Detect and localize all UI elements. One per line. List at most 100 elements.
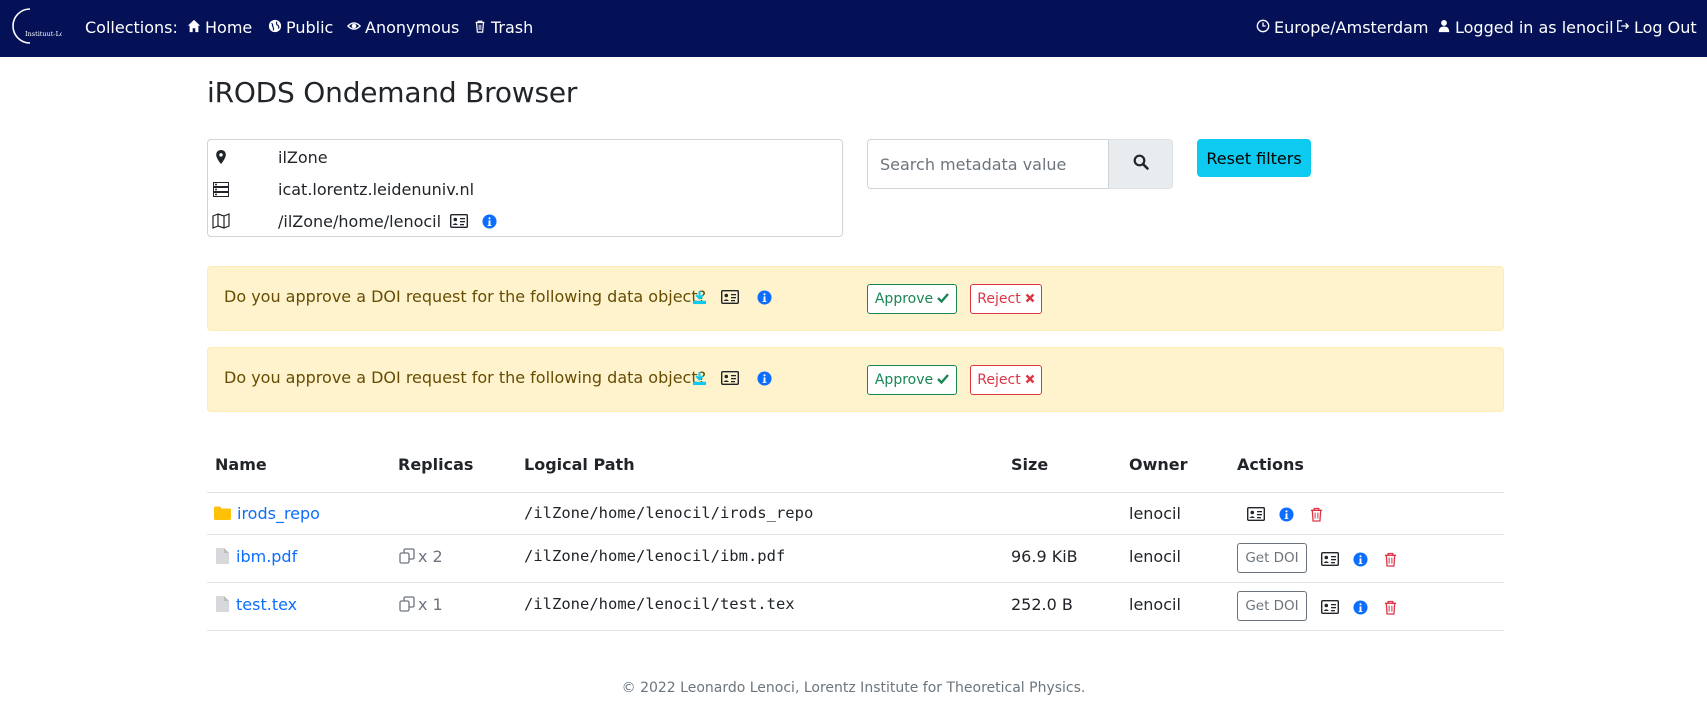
doi-request-alert: Do you approve a DOI request for the fol…	[207, 266, 1504, 331]
times-icon	[1025, 372, 1035, 388]
alert-message: Do you approve a DOI request for the fol…	[224, 287, 707, 306]
path-row: /ilZone/home/lenocil	[208, 209, 842, 233]
file-name-link[interactable]: test.tex	[236, 595, 297, 614]
nav-anonymous-link[interactable]: Anonymous	[346, 18, 460, 38]
timezone-label: Europe/Amsterdam	[1274, 18, 1429, 37]
column-header-replicas: Replicas	[398, 455, 474, 474]
table-divider	[207, 534, 1504, 535]
column-header-logical-path: Logical Path	[524, 455, 635, 474]
logo-text: Instituut-Lorentz	[25, 30, 62, 38]
timezone-indicator: Europe/Amsterdam	[1256, 18, 1428, 38]
zone-value: ilZone	[278, 147, 328, 167]
trash-icon	[473, 18, 487, 38]
info-icon[interactable]	[482, 213, 497, 229]
institute-logo[interactable]: Instituut-Lorentz	[8, 6, 82, 46]
home-icon	[187, 18, 201, 38]
nav-home-link[interactable]: Home	[187, 18, 252, 38]
eye-icon	[346, 18, 362, 38]
column-header-size: Size	[1011, 455, 1049, 474]
info-icon[interactable]	[1351, 598, 1369, 616]
check-icon	[937, 372, 950, 388]
logout-label: Log Out	[1634, 18, 1697, 37]
table-divider	[207, 630, 1504, 631]
globe-icon	[268, 18, 282, 38]
id-card-icon[interactable]	[1321, 550, 1339, 568]
file-name-link[interactable]: ibm.pdf	[236, 547, 297, 566]
logical-path: /ilZone/home/lenocil/irods_repo	[524, 504, 814, 522]
trash-icon[interactable]	[1381, 598, 1399, 616]
trash-icon[interactable]	[1307, 505, 1325, 523]
trash-icon[interactable]	[1381, 550, 1399, 568]
logical-path: /ilZone/home/lenocil/test.tex	[524, 595, 795, 613]
search-button[interactable]	[1109, 139, 1173, 189]
host-value: icat.lorentz.leidenuniv.nl	[278, 179, 475, 199]
column-header-name: Name	[215, 455, 267, 474]
reject-button[interactable]: Reject	[970, 284, 1042, 314]
logout-link[interactable]: Log Out	[1616, 18, 1697, 38]
reset-filters-button[interactable]: Reset filters	[1197, 139, 1311, 177]
map-icon	[212, 212, 230, 230]
alert-message: Do you approve a DOI request for the fol…	[224, 368, 707, 387]
file-size: 252.0 B	[1011, 595, 1073, 614]
nav-home-label: Home	[205, 18, 253, 37]
nav-anonymous-label: Anonymous	[365, 18, 460, 37]
info-icon[interactable]	[1351, 550, 1369, 568]
user-indicator: Logged in as lenocil	[1437, 18, 1614, 38]
server-icon	[212, 180, 230, 198]
times-icon	[1025, 291, 1035, 307]
file-size: 96.9 KiB	[1011, 547, 1078, 566]
column-header-actions: Actions	[1237, 455, 1304, 474]
nav-trash-link[interactable]: Trash	[473, 18, 533, 38]
reject-label: Reject	[977, 291, 1021, 307]
id-card-icon[interactable]	[1247, 505, 1265, 523]
id-card-icon[interactable]	[721, 369, 739, 387]
doi-request-alert: Do you approve a DOI request for the fol…	[207, 347, 1504, 412]
host-row: icat.lorentz.leidenuniv.nl	[208, 177, 842, 201]
logical-path: /ilZone/home/lenocil/ibm.pdf	[524, 547, 786, 565]
navbar: Instituut-Lorentz Collections: Home Publ…	[0, 0, 1707, 57]
folder-icon	[213, 504, 231, 522]
folder-name-link[interactable]: irods_repo	[237, 504, 320, 523]
id-card-icon[interactable]	[450, 214, 468, 228]
zone-row: ilZone	[208, 145, 842, 169]
approve-label: Approve	[874, 291, 934, 307]
logout-icon	[1616, 18, 1630, 38]
get-doi-button[interactable]: Get DOI	[1237, 543, 1307, 573]
approve-label: Approve	[874, 372, 934, 388]
nav-public-link[interactable]: Public	[268, 18, 333, 38]
owner: lenocil	[1129, 595, 1181, 614]
table-divider	[207, 582, 1504, 583]
reject-button[interactable]: Reject	[970, 365, 1042, 395]
nav-public-label: Public	[286, 18, 334, 37]
file-icon	[213, 595, 231, 613]
path-value: /ilZone/home/lenocil	[278, 211, 442, 231]
clock-icon	[1256, 18, 1270, 38]
owner: lenocil	[1129, 504, 1181, 523]
approve-button[interactable]: Approve	[867, 284, 957, 314]
download-icon[interactable]	[690, 369, 708, 387]
collections-label: Collections:	[85, 18, 178, 37]
reject-label: Reject	[977, 372, 1021, 388]
user-icon	[1437, 18, 1451, 38]
page-title: iRODS Ondemand Browser	[207, 76, 578, 109]
map-marker-icon	[212, 148, 230, 166]
id-card-icon[interactable]	[1321, 598, 1339, 616]
footer-copyright: © 2022 Leonardo Lenoci, Lorentz Institut…	[621, 680, 1086, 696]
info-icon[interactable]	[755, 288, 773, 306]
logged-in-label: Logged in as lenocil	[1455, 18, 1614, 37]
approve-button[interactable]: Approve	[867, 365, 957, 395]
check-icon	[937, 291, 950, 307]
copy-icon	[398, 595, 416, 613]
collection-info-box: ilZone icat.lorentz.leidenuniv.nl /ilZon…	[207, 139, 843, 237]
info-icon[interactable]	[1277, 505, 1295, 523]
id-card-icon[interactable]	[721, 288, 739, 306]
search-metadata-input[interactable]	[867, 139, 1109, 189]
download-icon[interactable]	[690, 288, 708, 306]
file-icon	[213, 547, 231, 565]
owner: lenocil	[1129, 547, 1181, 566]
nav-trash-label: Trash	[491, 18, 534, 37]
get-doi-button[interactable]: Get DOI	[1237, 591, 1307, 621]
info-icon[interactable]	[755, 369, 773, 387]
replica-count: x 1	[418, 595, 443, 614]
table-divider	[207, 492, 1504, 493]
